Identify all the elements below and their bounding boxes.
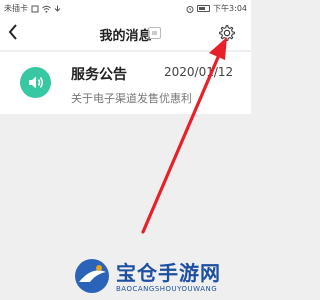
message-preview: 关于电子渠道发售优惠利 [71,92,192,105]
gear-icon[interactable] [218,24,236,42]
page-title: 我的消息 [99,29,152,44]
status-left: 未插卡 [4,3,61,14]
watermark-title: 宝仓手游网 [116,261,221,285]
message-date: 2020/01/12 [164,65,234,79]
watermark-logo [75,259,109,293]
list-item[interactable]: 服务公告 2020/01/12 关于电子渠道发售优惠利 [0,52,251,114]
sim-icon [31,5,39,12]
speaker-icon [29,76,43,89]
carrier-label: 未插卡 [4,4,28,13]
battery-icon [197,5,211,12]
watermark-subtitle: BAOCANGSHOUYOUWANG [116,285,218,293]
status-bar: 未插卡 下午3:04 [0,0,251,16]
watermark: 宝仓手游网 BAOCANGSHOUYOUWANG [72,256,251,300]
alarm-icon [186,5,194,13]
header: 我的消息 [0,16,251,50]
announcement-avatar [20,67,51,98]
download-icon [54,5,61,12]
message-title: 服务公告 [71,67,127,83]
time-label: 下午3:04 [213,4,247,13]
status-right: 下午3:04 [186,3,247,14]
wifi-icon [42,5,51,13]
message-box-icon [148,27,161,39]
